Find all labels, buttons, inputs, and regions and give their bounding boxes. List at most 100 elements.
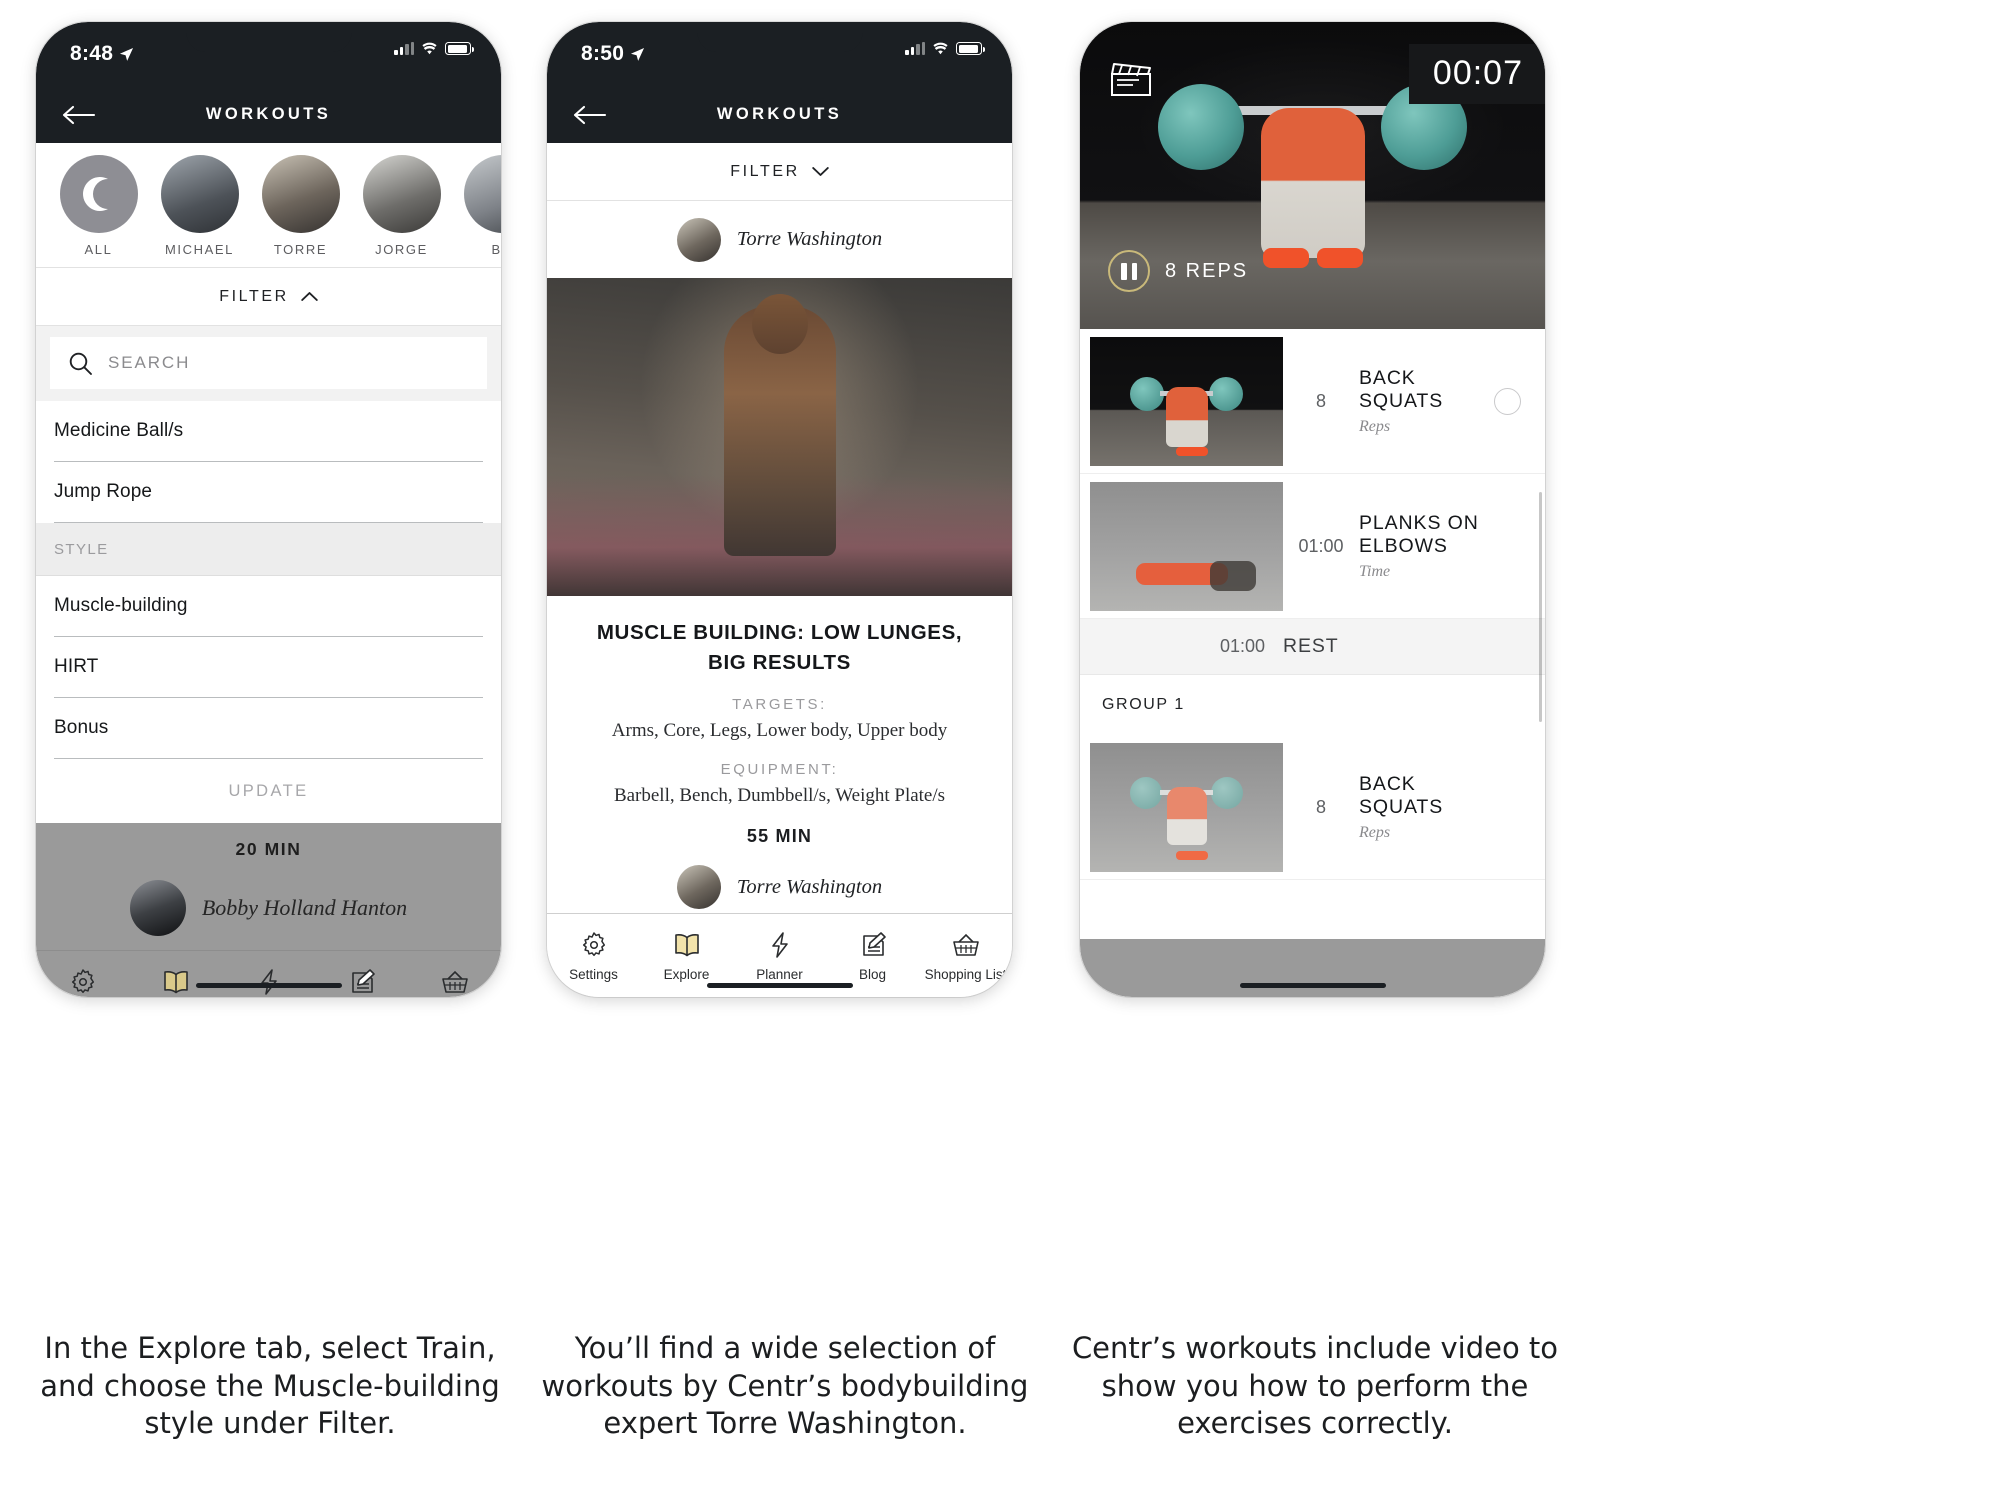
workout-trainer-row: Bobby Holland Hanton: [36, 880, 501, 936]
tab-label: Planner: [756, 967, 803, 982]
filter-list: Medicine Ball/s Jump Rope STYLE Muscle-b…: [36, 401, 501, 823]
exercise-unit: Time: [1359, 562, 1391, 580]
exercise-text: BACK SQUATS Reps: [1359, 367, 1494, 436]
pause-icon[interactable]: [1108, 250, 1150, 292]
phone-notch: [186, 22, 351, 52]
search-container: [36, 326, 501, 401]
lightning-icon: [771, 932, 788, 958]
location-arrow-icon: [120, 47, 134, 61]
avatar: [160, 155, 239, 233]
avatar: [463, 155, 501, 233]
nav-bar: WORKOUTS: [36, 86, 501, 143]
avatar: [676, 865, 721, 910]
tab-blog[interactable]: Blog: [826, 929, 919, 982]
trainer-chip-michael[interactable]: MICHAEL: [149, 155, 250, 257]
tab-label: Settings: [569, 967, 618, 982]
scrollbar-thumb[interactable]: [1539, 492, 1542, 722]
workout-trainer-header[interactable]: Torre Washington: [547, 201, 1012, 278]
search-input[interactable]: [108, 353, 469, 373]
status-time: 8:48: [70, 42, 134, 66]
document-pencil-icon: [351, 969, 375, 993]
tab-planner[interactable]: Planner: [222, 966, 315, 997]
exercise-thumbnail: [1090, 742, 1283, 872]
location-arrow-icon: [631, 47, 645, 61]
workout-hero-image: [547, 278, 1012, 596]
tab-label: Shopping List: [924, 967, 1007, 982]
exercise-list: 8 BACK SQUATS Reps 01:00 PLANKS ON ELBOW…: [1080, 329, 1545, 880]
filter-label: FILTER: [730, 162, 800, 180]
filter-toggle[interactable]: FILTER: [36, 268, 501, 325]
trainer-chip-bo[interactable]: BO: [452, 155, 501, 257]
back-arrow-icon[interactable]: [573, 104, 607, 126]
video-player[interactable]: 00:07 8 REPS: [1080, 22, 1545, 329]
workout-preview-card[interactable]: 20 MIN Bobby Holland Hanton: [36, 823, 501, 950]
exercise-row[interactable]: 8 BACK SQUATS Reps: [1080, 329, 1545, 474]
filter-toggle[interactable]: FILTER: [547, 143, 1012, 200]
cellular-signal-icon: [394, 42, 414, 55]
clapperboard-icon[interactable]: [1108, 58, 1154, 98]
back-arrow-icon[interactable]: [62, 104, 96, 126]
avatar: [261, 155, 340, 233]
exercise-text: PLANKS ON ELBOWS Time: [1359, 512, 1494, 581]
caption-one: In the Explore tab, select Train, and ch…: [40, 1331, 500, 1441]
workout-duration: 55 MIN: [746, 826, 813, 847]
filter-option-label: Medicine Ball/s: [54, 420, 184, 441]
filter-option-hirt[interactable]: HIRT: [54, 637, 483, 698]
filter-section-style: STYLE: [36, 523, 501, 576]
chevron-up-icon: [301, 292, 318, 301]
exercise-row[interactable]: 8 BACK SQUATS Reps: [1080, 735, 1545, 880]
tab-shopping-list[interactable]: Shopping List: [919, 929, 1012, 982]
trainer-chip-label: JORGE: [375, 242, 428, 257]
avatar: [129, 880, 186, 936]
trainer-name: Torre Washington: [736, 228, 883, 250]
rest-label: REST: [1283, 635, 1339, 657]
workout-title: MUSCLE BUILDING: LOW LUNGES, BIG RESULTS: [596, 621, 963, 674]
trainer-chip-label: ALL: [84, 242, 113, 257]
tab-settings[interactable]: Settings: [36, 966, 129, 997]
book-icon: [163, 971, 188, 994]
gear-icon: [71, 969, 94, 994]
trainer-chip-label: TORRE: [273, 242, 328, 257]
tab-explore[interactable]: Explore: [129, 966, 222, 997]
trainer-chip-label: BO: [491, 242, 502, 257]
tab-planner[interactable]: Planner: [733, 929, 826, 982]
caption-two: You’ll find a wide selection of workouts…: [541, 1331, 1029, 1441]
exercise-complete-checkbox[interactable]: [1494, 387, 1521, 415]
search-box[interactable]: [50, 337, 487, 389]
basket-icon: [441, 970, 468, 993]
filter-option-jump-rope[interactable]: Jump Rope: [54, 462, 483, 523]
status-indicators: [394, 42, 475, 55]
reps-count-label: 8 REPS: [1165, 259, 1249, 282]
update-button[interactable]: UPDATE: [54, 759, 483, 823]
trainer-chip-torre[interactable]: TORRE: [250, 155, 351, 257]
exercise-quantity: 01:00: [1298, 535, 1344, 556]
reps-overlay[interactable]: 8 REPS: [1108, 250, 1248, 292]
avatar: [362, 155, 441, 233]
update-button-label: UPDATE: [228, 781, 309, 800]
battery-icon: [445, 42, 475, 55]
trainer-name: Bobby Holland Hanton: [201, 895, 408, 920]
section-header-label: STYLE: [54, 540, 109, 558]
trainer-chip-jorge[interactable]: JORGE: [351, 155, 452, 257]
tab-shopping-list[interactable]: Shopping List: [408, 966, 501, 997]
filter-option-muscle-building[interactable]: Muscle-building: [54, 576, 483, 637]
exercise-unit: Reps: [1359, 417, 1391, 435]
exercise-name: BACK SQUATS: [1359, 772, 1444, 818]
cellular-signal-icon: [905, 42, 925, 55]
tab-explore[interactable]: Explore: [640, 929, 733, 982]
status-time: 8:50: [581, 42, 645, 66]
exercise-row[interactable]: 01:00 PLANKS ON ELBOWS Time: [1080, 474, 1545, 619]
filter-option-medicine-balls[interactable]: Medicine Ball/s: [54, 401, 483, 462]
exercise-text: BACK SQUATS Reps: [1359, 773, 1494, 842]
equipment-value: Barbell, Bench, Dumbbell/s, Weight Plate…: [613, 785, 946, 807]
avatar: [676, 217, 721, 262]
exercise-thumbnail: [1090, 336, 1283, 466]
filter-option-bonus[interactable]: Bonus: [54, 698, 483, 759]
wifi-icon: [422, 42, 437, 55]
exercise-unit: Reps: [1359, 823, 1391, 841]
trainer-filter-strip[interactable]: ALL MICHAEL TORRE JORGE BO: [36, 143, 501, 267]
page-title: WORKOUTS: [205, 105, 332, 123]
tab-blog[interactable]: Blog: [315, 966, 408, 997]
trainer-chip-all[interactable]: ALL: [48, 155, 149, 257]
tab-settings[interactable]: Settings: [547, 929, 640, 982]
